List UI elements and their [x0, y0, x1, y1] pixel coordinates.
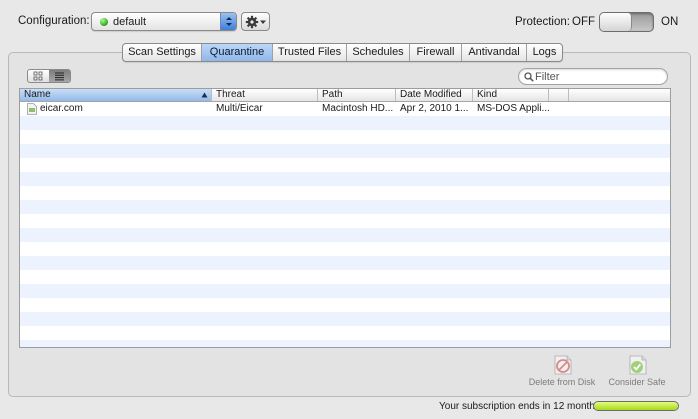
delete-icon	[554, 355, 572, 375]
sort-ascending-icon	[201, 92, 208, 98]
table-row	[20, 326, 670, 340]
consider-safe-label: Consider Safe	[608, 377, 666, 387]
table-row	[20, 172, 670, 186]
table-row	[20, 116, 670, 130]
file-name: eicar.com	[40, 103, 83, 114]
cell-threat: Multi/Eicar	[216, 103, 263, 114]
delete-from-disk-button[interactable]: Delete from Disk	[525, 353, 599, 387]
status-dot-icon	[100, 18, 108, 26]
tab-scan-settings[interactable]: Scan Settings	[123, 44, 202, 61]
protection-on-label: ON	[661, 16, 679, 28]
column-header-date-modified[interactable]: Date Modified	[396, 89, 473, 101]
tab-bar: Scan Settings Quarantine Trusted Files S…	[122, 43, 563, 62]
column-header-extra[interactable]	[549, 89, 569, 101]
column-header-threat[interactable]: Threat	[212, 89, 318, 101]
table-row	[20, 186, 670, 200]
list-view-button[interactable]	[49, 70, 70, 82]
table-row[interactable]: eicar.com Multi/Eicar Macintosh HD... Apr 2…	[20, 102, 670, 116]
safe-check-icon	[629, 355, 647, 375]
table-row	[20, 242, 670, 256]
tab-antivandal[interactable]: Antivandal	[462, 44, 527, 61]
cell-date: Apr 2, 2010 1...	[400, 103, 469, 114]
column-header-path[interactable]: Path	[318, 89, 396, 101]
table-body: eicar.com Multi/Eicar Macintosh HD... Apr 2…	[20, 102, 670, 347]
table-row	[20, 144, 670, 158]
subscription-text: Your subscription ends in 12 months	[439, 401, 600, 412]
table-row	[20, 312, 670, 326]
list-icon	[55, 72, 64, 81]
table-row	[20, 340, 670, 347]
table-row	[20, 228, 670, 242]
delete-from-disk-label: Delete from Disk	[528, 377, 596, 387]
action-bar: Delete from Disk Consider Safe	[9, 348, 691, 396]
protection-label: Protection:	[515, 16, 570, 28]
status-bar: Your subscription ends in 12 months	[0, 397, 698, 419]
view-mode-control	[27, 69, 71, 83]
column-header-label: Name	[24, 89, 51, 100]
top-bar: Configuration: default Protection: OFF O…	[0, 0, 698, 44]
protection-toggle[interactable]	[599, 12, 654, 32]
protection-off-label: OFF	[572, 16, 595, 28]
configuration-select[interactable]: default	[91, 12, 237, 31]
action-menu-button[interactable]	[241, 12, 270, 31]
search-icon	[524, 72, 534, 82]
tab-firewall[interactable]: Firewall	[410, 44, 462, 61]
subscription-bar-fill	[594, 402, 678, 410]
filter-input[interactable]	[535, 70, 661, 83]
list-toolbar	[19, 66, 671, 88]
column-header-filler	[569, 89, 670, 101]
filter-field[interactable]	[518, 68, 668, 85]
cell-name: eicar.com	[20, 102, 212, 116]
table-row	[20, 298, 670, 312]
tab-logs[interactable]: Logs	[527, 44, 562, 61]
grid-icon	[33, 71, 43, 81]
subscription-bar	[593, 401, 679, 411]
icon-view-button[interactable]	[28, 70, 49, 82]
table-row	[20, 158, 670, 172]
tab-trusted-files[interactable]: Trusted Files	[273, 44, 347, 61]
table-row	[20, 284, 670, 298]
configuration-value: default	[113, 16, 147, 28]
select-arrows-icon	[220, 13, 236, 30]
table-row	[20, 214, 670, 228]
tab-schedules[interactable]: Schedules	[347, 44, 410, 61]
cell-kind: MS-DOS Appli...	[477, 103, 549, 114]
column-header-name[interactable]: Name	[20, 89, 212, 101]
quarantine-table: Name Threat Path Date Modified Kind eica…	[19, 88, 671, 348]
file-icon	[27, 103, 37, 115]
column-header-kind[interactable]: Kind	[473, 89, 549, 101]
gear-icon	[245, 15, 266, 29]
table-header: Name Threat Path Date Modified Kind	[20, 89, 670, 102]
cell-path: Macintosh HD...	[322, 103, 394, 114]
tab-quarantine[interactable]: Quarantine	[202, 44, 273, 61]
configuration-label: Configuration:	[18, 15, 90, 27]
table-row	[20, 200, 670, 214]
table-row	[20, 256, 670, 270]
toggle-knob[interactable]	[600, 13, 632, 31]
table-row	[20, 270, 670, 284]
table-row	[20, 130, 670, 144]
consider-safe-button[interactable]: Consider Safe	[603, 353, 671, 387]
chevron-down-icon	[260, 20, 266, 24]
